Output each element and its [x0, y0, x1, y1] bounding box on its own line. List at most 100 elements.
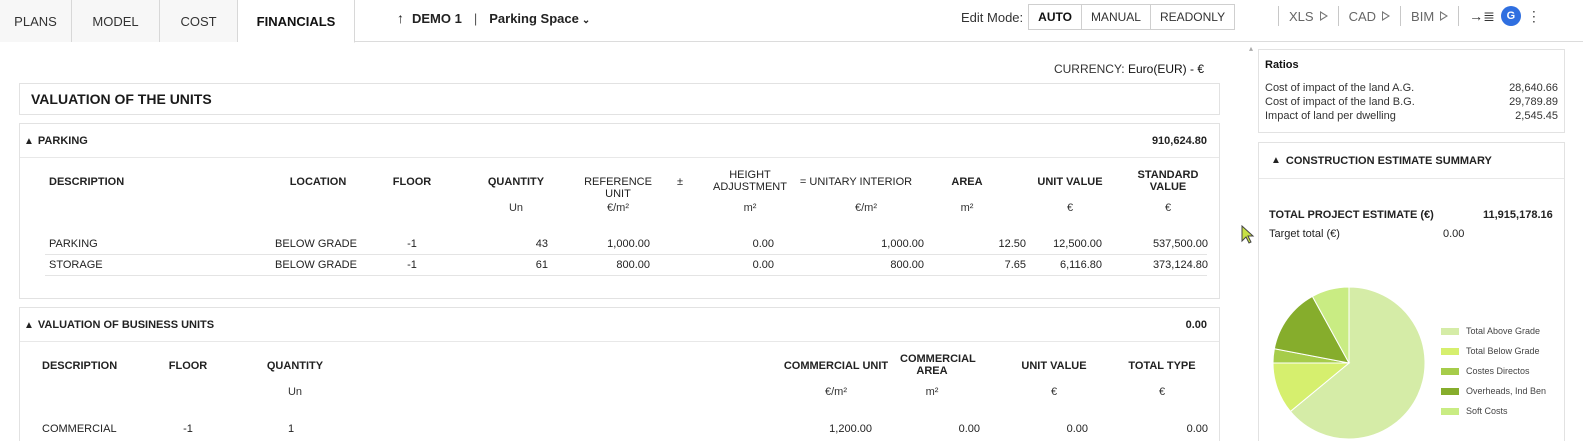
row-divider: [45, 254, 1207, 255]
divider: [1337, 6, 1339, 26]
play-icon: [1382, 11, 1391, 21]
total-estimate-value: 11,915,178.16: [1483, 209, 1553, 221]
col-floor: FLOOR: [168, 360, 208, 372]
unit-quantity: Un: [508, 202, 524, 214]
top-bar: PLANS MODEL COST FINANCIALS ↑ DEMO 1 | P…: [0, 0, 1583, 43]
col-location: LOCATION: [289, 176, 347, 188]
col-unit-value: UNIT VALUE: [1021, 360, 1087, 372]
col-commercial-unit: COMMERCIAL UNIT: [783, 360, 889, 372]
cell-area: 7.65: [1004, 259, 1026, 271]
cell-floor: -1: [407, 238, 417, 250]
unit-standard: €: [1164, 202, 1172, 214]
arrow-list-icon[interactable]: →≣: [1469, 8, 1495, 25]
legend-label: Costes Directos: [1466, 366, 1530, 376]
cell-height: 0.00: [752, 259, 774, 271]
ratios-panel: Ratios Cost of impact of the land A.G. 2…: [1258, 49, 1565, 133]
cell-unit-value: 6,116.80: [1059, 259, 1102, 271]
cell-height: 0.00: [752, 238, 774, 250]
tab-plans[interactable]: PLANS: [0, 0, 72, 42]
ratio-label: Cost of impact of the land A.G.: [1265, 82, 1415, 94]
parking-header[interactable]: ▲ PARKING 910,624.80: [20, 124, 1219, 158]
unit-unit-value: €: [1050, 386, 1058, 398]
cad-label: CAD: [1348, 8, 1377, 24]
cad-export-button[interactable]: CAD: [1348, 8, 1391, 24]
play-icon: [1440, 11, 1449, 21]
cell-description: STORAGE: [49, 259, 103, 271]
summary-title: CONSTRUCTION ESTIMATE SUMMARY: [1285, 154, 1492, 167]
tab-model[interactable]: MODEL: [72, 0, 160, 42]
unit-total-type: €: [1158, 386, 1166, 398]
col-unitary-interior: = UNITARY INTERIOR: [799, 176, 913, 188]
estimate-pie-chart: [1272, 286, 1426, 440]
tab-cost[interactable]: COST: [160, 0, 238, 42]
divider: [1400, 6, 1402, 26]
cell-floor: -1: [183, 423, 193, 435]
ratio-label: Impact of land per dwelling: [1265, 110, 1396, 122]
legend-item[interactable]: Soft Costs: [1441, 401, 1546, 421]
col-quantity: QUANTITY: [487, 176, 545, 188]
section-total: 910,624.80: [1151, 134, 1207, 147]
legend-item[interactable]: Total Above Grade: [1441, 321, 1546, 341]
tab-financials[interactable]: FINANCIALS: [238, 0, 355, 43]
legend-swatch: [1441, 387, 1459, 395]
summary-header[interactable]: ▲ CONSTRUCTION ESTIMATE SUMMARY: [1259, 143, 1564, 179]
unit-height: m²: [743, 202, 757, 214]
cell-unit-value: 0.00: [1066, 423, 1088, 435]
legend-label: Soft Costs: [1466, 406, 1508, 416]
mode-auto-button[interactable]: AUTO: [1028, 4, 1082, 30]
bim-export-button[interactable]: BIM: [1411, 9, 1449, 24]
ratio-value: 2,545.45: [1515, 110, 1558, 122]
legend-swatch: [1441, 407, 1459, 415]
legend-item[interactable]: Overheads, Ind Ben: [1441, 381, 1546, 401]
unit-reference: €/m²: [607, 202, 629, 214]
chevron-up-icon: ▲: [1271, 155, 1281, 166]
cell-total-type: 0.00: [1186, 423, 1208, 435]
section-total: 0.00: [1185, 318, 1207, 331]
more-vertical-icon[interactable]: ⋮: [1527, 8, 1541, 25]
cell-description: PARKING: [49, 238, 98, 250]
mouse-cursor-icon: [1241, 225, 1255, 244]
export-tools: XLS CAD BIM →≣ G ⋮: [1268, 4, 1541, 28]
mode-readonly-button[interactable]: READONLY: [1149, 4, 1236, 30]
cell-standard-value: 373,124.80: [1152, 259, 1208, 271]
ratios-title: Ratios: [1265, 59, 1299, 71]
unit-commercial-area: m²: [925, 386, 939, 398]
space-dropdown[interactable]: Parking Space ⌄: [489, 11, 590, 26]
legend-item[interactable]: Costes Directos: [1441, 361, 1546, 381]
edit-mode-label: Edit Mode:: [961, 9, 1024, 25]
target-total-value: 0.00: [1443, 228, 1465, 240]
page-title: VALUATION OF THE UNITS: [19, 83, 1220, 115]
currency-label: CURRENCY: Euro(EUR) - €: [1054, 62, 1204, 76]
unit-area: m²: [960, 202, 974, 214]
business-header[interactable]: ▲ VALUATION OF BUSINESS UNITS 0.00: [20, 308, 1219, 342]
divider: |: [473, 10, 478, 26]
project-name[interactable]: DEMO 1: [412, 11, 462, 26]
business-section: ▲ VALUATION OF BUSINESS UNITS 0.00 DESCRI…: [19, 307, 1220, 441]
cell-reference-unit: 1,000.00: [607, 238, 650, 250]
ratio-row: Impact of land per dwelling 2,545.45: [1265, 109, 1558, 123]
legend-label: Total Below Grade: [1466, 346, 1540, 356]
legend-swatch: [1441, 367, 1459, 375]
ratio-row: Cost of impact of the land A.G. 28,640.6…: [1265, 81, 1558, 95]
divider: [1278, 6, 1279, 26]
chevron-up-icon: ▲: [24, 319, 34, 331]
divider: [1458, 6, 1460, 26]
ratio-row: Cost of impact of the land B.G. 29,789.8…: [1265, 95, 1558, 109]
cell-unitary: 800.00: [890, 259, 924, 271]
col-commercial-area: COMMERCIAL AREA: [900, 353, 976, 377]
scrollbar-mark[interactable]: ▴: [1249, 44, 1253, 53]
edit-mode-group: Edit Mode: AUTO MANUAL READONLY: [961, 4, 1236, 30]
xls-label: XLS: [1289, 8, 1314, 24]
currency-value: Euro(EUR) - €: [1127, 62, 1204, 76]
mode-manual-button[interactable]: MANUAL: [1080, 4, 1151, 30]
xls-export-button[interactable]: XLS: [1289, 9, 1328, 24]
avatar[interactable]: G: [1500, 6, 1521, 26]
legend-item[interactable]: Total Below Grade: [1441, 341, 1546, 361]
unit-unit-value: €: [1066, 202, 1074, 214]
play-icon: [1319, 11, 1328, 21]
up-arrow-icon[interactable]: ↑: [397, 10, 404, 26]
project-selector: ↑ DEMO 1 | Parking Space ⌄: [397, 0, 590, 36]
cell-unit-value: 12,500.00: [1053, 238, 1102, 250]
col-floor: FLOOR: [392, 176, 432, 188]
total-estimate-label: TOTAL PROJECT ESTIMATE (€): [1269, 209, 1434, 221]
